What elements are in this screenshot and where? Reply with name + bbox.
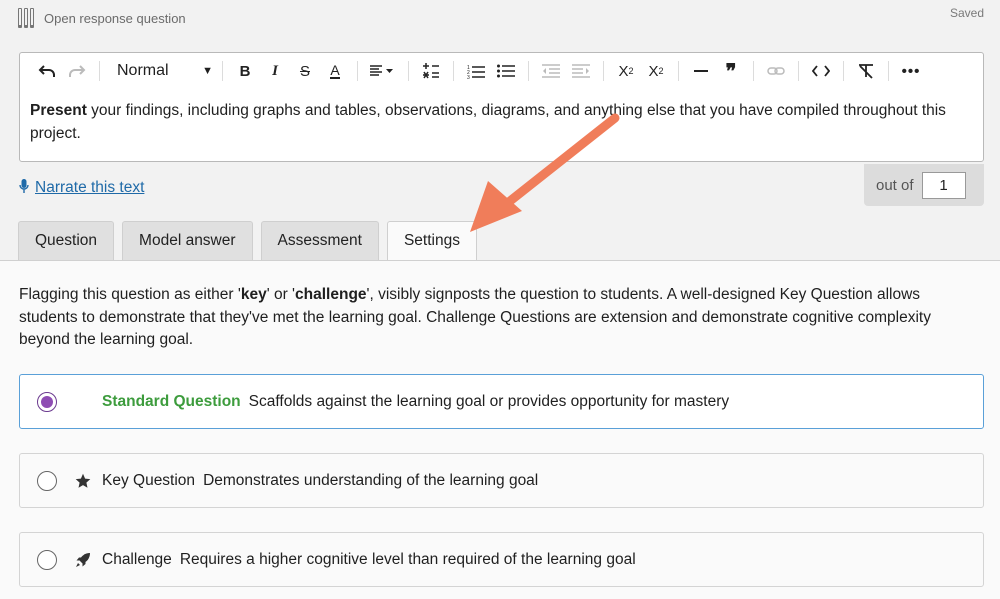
- bold-text: Present: [30, 102, 87, 119]
- clear-formatting-icon[interactable]: [851, 57, 881, 85]
- option-title: Key Question: [102, 471, 196, 489]
- italic-icon[interactable]: I: [260, 57, 290, 85]
- toolbar-divider: [357, 61, 358, 81]
- option-description: Demonstrates understanding of the learni…: [203, 471, 539, 489]
- outdent-icon[interactable]: [536, 57, 566, 85]
- text-color-icon[interactable]: A: [320, 57, 350, 85]
- ordered-list-icon[interactable]: 123: [461, 57, 491, 85]
- option-title: Challenge: [102, 550, 172, 568]
- toolbar-divider: [843, 61, 844, 81]
- score-panel: out of 1: [864, 164, 984, 206]
- rich-text-editor[interactable]: Normal ▼ B I S A 123 X2 X2 ❞ ••• Present…: [19, 52, 984, 162]
- option-key-question[interactable]: Key Question Demonstrates understanding …: [19, 453, 984, 508]
- toolbar-divider: [99, 61, 100, 81]
- superscript-icon[interactable]: X2: [641, 57, 671, 85]
- toolbar-divider: [408, 61, 409, 81]
- math-icon[interactable]: [416, 57, 446, 85]
- microphone-icon: [19, 178, 29, 197]
- pencils-icon: [18, 8, 34, 28]
- editor-content[interactable]: Present your findings, including graphs …: [20, 89, 983, 145]
- option-challenge[interactable]: Challenge Requires a higher cognitive le…: [19, 532, 984, 587]
- description-text: ' or ': [266, 286, 296, 303]
- toolbar-divider: [753, 61, 754, 81]
- tab-bar: Question Model answer Assessment Setting…: [18, 221, 477, 260]
- caret-down-icon: ▼: [202, 65, 213, 77]
- narrate-link[interactable]: Narrate this text: [35, 179, 144, 197]
- out-of-label: out of: [876, 176, 914, 194]
- tab-assessment[interactable]: Assessment: [260, 221, 379, 260]
- settings-panel: Flagging this question as either 'key' o…: [0, 261, 1000, 599]
- option-standard-question[interactable]: ★ Standard Question Scaffolds against th…: [19, 374, 984, 429]
- option-description: Requires a higher cognitive level than r…: [179, 550, 636, 568]
- bullet-list-icon[interactable]: [491, 57, 521, 85]
- toolbar-divider: [603, 61, 604, 81]
- toolbar-divider: [453, 61, 454, 81]
- subscript-icon[interactable]: X2: [611, 57, 641, 85]
- code-icon[interactable]: [806, 57, 836, 85]
- horizontal-rule-icon[interactable]: [686, 57, 716, 85]
- editor-toolbar: Normal ▼ B I S A 123 X2 X2 ❞ •••: [20, 53, 983, 89]
- body-text: your findings, including graphs and tabl…: [30, 102, 946, 142]
- align-icon[interactable]: [365, 57, 401, 85]
- svg-text:3: 3: [467, 75, 470, 79]
- indent-icon[interactable]: [566, 57, 596, 85]
- settings-description: Flagging this question as either 'key' o…: [19, 284, 979, 352]
- score-input[interactable]: 1: [921, 171, 966, 199]
- undo-icon[interactable]: [32, 57, 62, 85]
- blockquote-icon[interactable]: ❞: [716, 57, 746, 85]
- strikethrough-icon[interactable]: S: [290, 57, 320, 85]
- star-icon: [73, 473, 93, 489]
- rocket-icon: [73, 552, 93, 568]
- toolbar-divider: [528, 61, 529, 81]
- toolbar-divider: [222, 61, 223, 81]
- tab-question[interactable]: Question: [18, 221, 115, 260]
- radio-selected[interactable]: [37, 391, 57, 412]
- toolbar-divider: [678, 61, 679, 81]
- description-text: Flagging this question as either ': [19, 286, 241, 303]
- radio-dot: [41, 395, 53, 408]
- format-select[interactable]: Normal ▼: [107, 62, 215, 80]
- link-icon[interactable]: [761, 57, 791, 85]
- format-select-value: Normal: [117, 62, 169, 79]
- question-header: Open response question: [18, 8, 186, 28]
- option-description: Scaffolds against the learning goal or p…: [248, 392, 730, 410]
- narrate-control[interactable]: Narrate this text: [19, 178, 144, 197]
- key-emphasis: key: [240, 286, 267, 303]
- radio-unselected[interactable]: [37, 470, 57, 491]
- save-status: Saved: [949, 6, 984, 20]
- bold-icon[interactable]: B: [230, 57, 260, 85]
- question-type-label: Open response question: [44, 10, 186, 26]
- toolbar-divider: [888, 61, 889, 81]
- radio-unselected[interactable]: [37, 549, 57, 570]
- tab-model-answer[interactable]: Model answer: [122, 221, 253, 260]
- more-icon[interactable]: •••: [896, 57, 926, 85]
- redo-icon[interactable]: [62, 57, 92, 85]
- toolbar-divider: [798, 61, 799, 81]
- challenge-emphasis: challenge: [295, 286, 367, 303]
- tab-settings[interactable]: Settings: [386, 221, 477, 260]
- option-title: Standard Question: [102, 392, 241, 410]
